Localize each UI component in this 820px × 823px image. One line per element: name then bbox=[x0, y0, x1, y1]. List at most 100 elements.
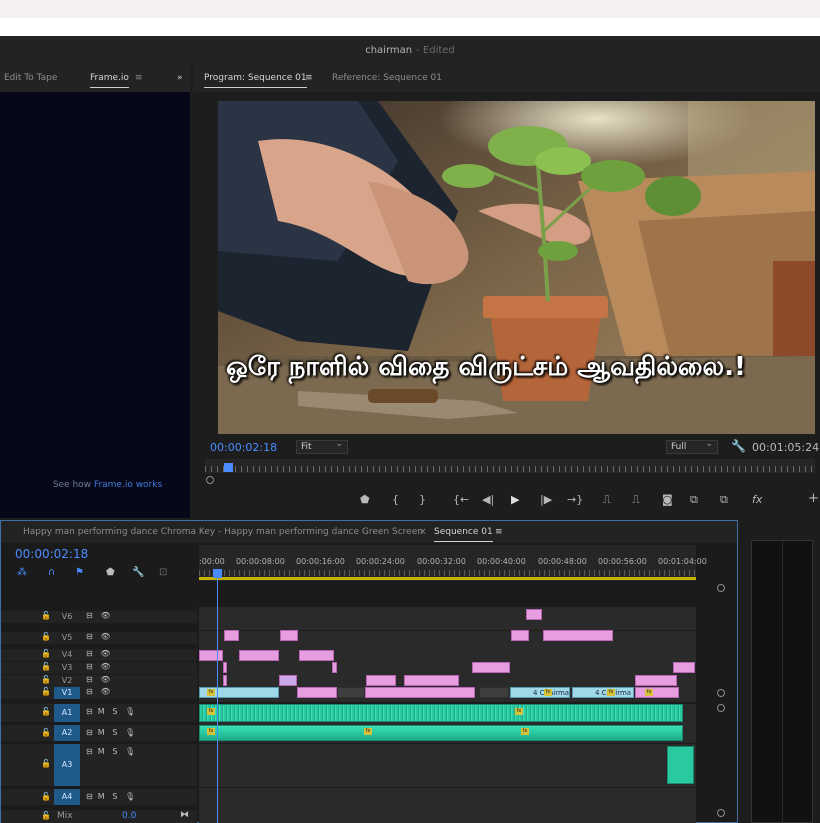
lock-icon[interactable]: 🔓 bbox=[41, 611, 51, 620]
video-clip[interactable] bbox=[297, 687, 337, 698]
track-label[interactable]: V1 bbox=[54, 687, 80, 699]
video-clip[interactable] bbox=[337, 687, 365, 698]
track-toggles[interactable]: ⊟ 👁 bbox=[86, 687, 111, 696]
linked-selection-icon[interactable]: ⚑ bbox=[75, 567, 84, 578]
track-label[interactable]: V5 bbox=[54, 632, 80, 644]
solo-button[interactable]: S bbox=[112, 747, 117, 756]
lock-icon[interactable]: 🔓 bbox=[41, 632, 51, 641]
audio-clip[interactable] bbox=[199, 725, 683, 741]
mute-button[interactable]: M bbox=[98, 728, 105, 737]
video-clip[interactable] bbox=[280, 630, 298, 641]
video-clip[interactable] bbox=[673, 662, 695, 673]
scroll-handle-bottom[interactable] bbox=[717, 689, 725, 697]
sequence-timecode[interactable]: 00:00:02:18 bbox=[15, 547, 88, 561]
tab-sequence-01[interactable]: Sequence 01 bbox=[434, 527, 493, 542]
tab-frameio[interactable]: Frame.io bbox=[90, 73, 129, 88]
video-clip[interactable] bbox=[299, 650, 334, 661]
overwrite-icon[interactable]: ⧉ bbox=[720, 493, 728, 507]
track-label[interactable]: A3 bbox=[54, 744, 80, 786]
panel-overflow-icon[interactable]: » bbox=[177, 73, 183, 83]
video-clip[interactable] bbox=[365, 687, 475, 698]
go-to-in-icon[interactable]: {← bbox=[453, 493, 469, 506]
step-back-icon[interactable]: ◀| bbox=[482, 493, 494, 506]
mute-button[interactable]: M bbox=[98, 747, 105, 756]
solo-button[interactable]: S bbox=[112, 728, 117, 737]
video-clip[interactable] bbox=[635, 675, 677, 686]
video-clip[interactable] bbox=[223, 675, 227, 686]
video-clip[interactable] bbox=[223, 662, 227, 673]
mix-end-icon[interactable]: ⧓ bbox=[180, 810, 189, 820]
lift-icon[interactable]: ⎍ bbox=[603, 493, 611, 507]
video-clip[interactable] bbox=[279, 675, 297, 686]
lock-icon[interactable]: 🔓 bbox=[41, 675, 51, 684]
mute-button[interactable]: M bbox=[98, 707, 105, 716]
program-playhead[interactable] bbox=[224, 463, 233, 472]
program-menu-icon[interactable]: ≡ bbox=[305, 73, 313, 83]
close-tab-icon[interactable]: × bbox=[419, 527, 427, 537]
track-label[interactable]: A1 bbox=[54, 704, 80, 722]
sequence-playhead[interactable] bbox=[213, 569, 222, 578]
track-toggles[interactable]: ⊟ M S 🎙 bbox=[86, 707, 135, 716]
lock-icon[interactable]: 🔓 bbox=[41, 792, 51, 801]
captions-icon[interactable]: ⊡ bbox=[159, 567, 167, 578]
snap-magnet-icon[interactable]: ∩ bbox=[48, 567, 55, 578]
add-marker-icon[interactable]: ⬟ bbox=[106, 567, 115, 578]
lock-icon[interactable]: 🔓 bbox=[41, 649, 51, 658]
insert-icon[interactable]: ⧉ bbox=[690, 493, 698, 507]
video-clip[interactable] bbox=[472, 662, 510, 673]
timeline-settings-icon[interactable]: 🔧 bbox=[132, 567, 144, 578]
tab-happy-man-sequence[interactable]: Happy man performing dance Chroma Key - … bbox=[23, 527, 423, 537]
sequence-menu-icon[interactable]: ≡ bbox=[495, 527, 503, 537]
video-clip[interactable] bbox=[239, 650, 279, 661]
video-clip[interactable] bbox=[332, 662, 337, 673]
track-label[interactable]: V4 bbox=[54, 649, 80, 661]
scroll-handle-audio-top[interactable] bbox=[717, 704, 725, 712]
lock-icon[interactable]: 🔓 bbox=[41, 759, 51, 768]
lock-icon[interactable]: 🔓 bbox=[41, 662, 51, 671]
video-clip[interactable]: 4 Chairma bbox=[510, 687, 570, 698]
lock-icon[interactable]: 🔓 bbox=[41, 687, 51, 696]
scroll-handle-audio-bottom[interactable] bbox=[717, 809, 725, 817]
mark-out-icon[interactable]: } bbox=[419, 493, 426, 506]
lock-icon[interactable]: 🔓 bbox=[41, 707, 51, 716]
go-to-out-icon[interactable]: →} bbox=[567, 493, 583, 506]
tab-edit-to-tape[interactable]: Edit To Tape bbox=[4, 73, 57, 83]
track-toggles[interactable]: ⊟ 👁 bbox=[86, 649, 111, 658]
track-toggles[interactable]: ⊟ M S 🎙 bbox=[86, 747, 135, 756]
video-clip[interactable] bbox=[479, 687, 509, 698]
zoom-fit-select[interactable]: Fit bbox=[296, 438, 348, 454]
track-toggles[interactable]: ⊟ 👁 bbox=[86, 632, 111, 641]
track-toggles[interactable]: ⊟ M S 🎙 bbox=[86, 792, 135, 801]
track-label[interactable]: V2 bbox=[54, 675, 80, 687]
tab-reference-sequence[interactable]: Reference: Sequence 01 bbox=[332, 73, 442, 83]
track-toggles[interactable]: ⊟ M S 🎙 bbox=[86, 728, 135, 737]
video-clip[interactable] bbox=[404, 675, 459, 686]
lock-icon[interactable]: 🔓 bbox=[41, 728, 51, 737]
settings-wrench-icon[interactable]: 🔧 bbox=[731, 439, 746, 453]
tab-program-sequence[interactable]: Program: Sequence 01 bbox=[204, 73, 307, 88]
track-toggles[interactable]: ⊟ 👁 bbox=[86, 662, 111, 671]
work-area-bar[interactable] bbox=[199, 577, 696, 580]
lock-icon[interactable]: 🔓 bbox=[41, 811, 51, 820]
video-clip[interactable] bbox=[543, 630, 613, 641]
timeline-tracks[interactable]: 4 Chairma 4 Chairma fx fx fx fx fx fx fx… bbox=[199, 607, 696, 823]
solo-button[interactable]: S bbox=[112, 792, 117, 801]
fx-icon[interactable]: fx bbox=[752, 493, 762, 506]
zoom-scroll-handle[interactable] bbox=[206, 476, 214, 484]
marker-icon[interactable]: ⬟ bbox=[360, 493, 370, 506]
mix-volume-value[interactable]: 0.0 bbox=[122, 811, 136, 821]
play-icon[interactable]: ▶ bbox=[511, 493, 519, 506]
audio-clip[interactable] bbox=[667, 746, 694, 784]
extract-icon[interactable]: ⎍ bbox=[632, 493, 640, 507]
panel-menu-icon[interactable]: ≡ bbox=[135, 73, 143, 83]
video-clip[interactable] bbox=[526, 609, 542, 620]
video-clip[interactable] bbox=[635, 687, 679, 698]
nest-icon[interactable]: ⁂ bbox=[17, 567, 27, 578]
video-clip[interactable] bbox=[366, 675, 396, 686]
mute-button[interactable]: M bbox=[98, 792, 105, 801]
scroll-handle-top[interactable] bbox=[717, 584, 725, 592]
track-label[interactable]: A2 bbox=[54, 725, 80, 741]
mark-in-icon[interactable]: { bbox=[392, 493, 399, 506]
add-button-icon[interactable]: + bbox=[808, 491, 819, 506]
track-toggles[interactable]: ⊟ 👁 bbox=[86, 611, 111, 620]
